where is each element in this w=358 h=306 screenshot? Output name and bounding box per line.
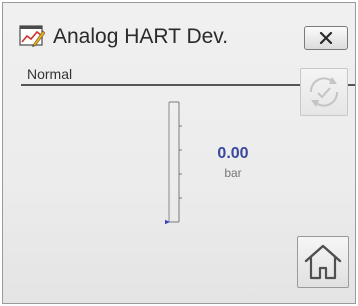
- title-bar: Analog HART Dev.: [3, 3, 355, 50]
- process-value: 0.00: [217, 145, 249, 162]
- reset-cycle-check-icon: [301, 69, 347, 115]
- faceplate-window: Analog HART Dev. Normal 0.00 bar: [2, 2, 356, 304]
- reset-button[interactable]: [300, 68, 348, 116]
- window-title: Analog HART Dev.: [53, 25, 229, 48]
- engineering-unit: bar: [224, 166, 242, 180]
- close-button[interactable]: [304, 26, 348, 50]
- bar-frame: [168, 101, 180, 223]
- level-bar-graph: [165, 101, 201, 231]
- home-icon: [298, 237, 348, 287]
- home-button[interactable]: [297, 236, 349, 288]
- status-text: Normal: [27, 66, 73, 82]
- trend-chart-edit-icon: [19, 25, 45, 47]
- close-x-icon: [319, 32, 333, 44]
